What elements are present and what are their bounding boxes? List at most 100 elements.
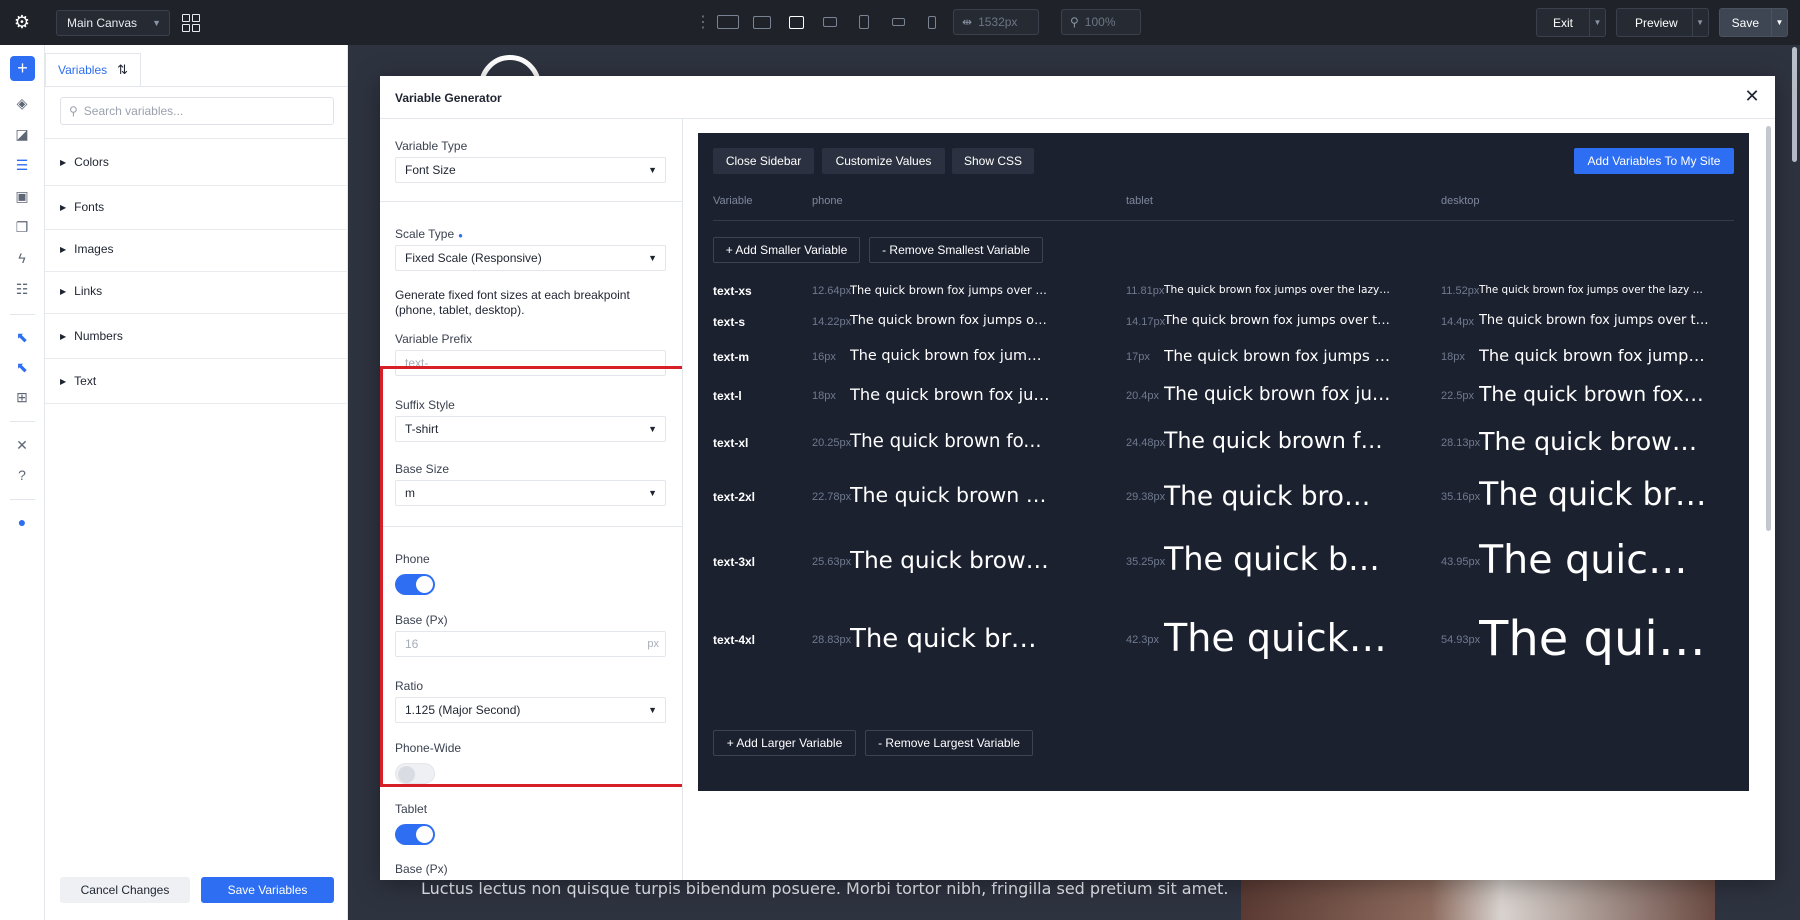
tablet-toggle[interactable]: [395, 824, 435, 845]
help-icon[interactable]: ?: [13, 466, 31, 484]
multi-pointer-icon[interactable]: ⬉: [13, 358, 31, 376]
phone-toggle[interactable]: [395, 574, 435, 595]
variable-prefix-input[interactable]: text-: [395, 350, 666, 376]
suffix-style-select[interactable]: T-shirt ▼: [395, 416, 666, 442]
show-css-button[interactable]: Show CSS: [952, 148, 1034, 174]
tablet-landscape-icon[interactable]: [817, 9, 843, 35]
desktop-icon[interactable]: [749, 9, 775, 35]
cancel-changes-button[interactable]: Cancel Changes: [60, 877, 190, 903]
zoom-input[interactable]: ⚲ 100%: [1061, 9, 1141, 35]
phone-wide-toggle[interactable]: [395, 763, 435, 784]
layout-icon[interactable]: ⊞: [13, 388, 31, 406]
add-icon[interactable]: +: [10, 56, 35, 81]
lightning-icon[interactable]: ϟ: [13, 249, 31, 267]
style-icon[interactable]: ◪: [13, 125, 31, 143]
remove-largest-variable-button[interactable]: - Remove Largest Variable: [865, 730, 1033, 756]
tablet-icon[interactable]: [851, 9, 877, 35]
grid-icon[interactable]: [182, 13, 200, 32]
toggle-theme-icon[interactable]: ●: [13, 513, 31, 531]
variable-size-tablet: 11.81px: [1126, 285, 1165, 297]
variable-name: text-2xl: [713, 490, 756, 504]
desktop-wide-icon[interactable]: [715, 9, 741, 35]
sample-text-desktop: The quick brown fox jumps over the lazy …: [1479, 345, 1709, 365]
phone-icon[interactable]: [919, 9, 945, 35]
phone-landscape-icon[interactable]: [885, 9, 911, 35]
base-px-input[interactable]: 16 px: [395, 631, 666, 657]
variable-type-select[interactable]: Font Size ▼: [395, 157, 666, 183]
modal-title: Variable Generator: [395, 91, 502, 105]
search-icon: ⚲: [69, 104, 78, 118]
scale-type-description: Generate fixed font sizes at each breakp…: [395, 288, 630, 317]
column-header-variable: Variable: [713, 195, 753, 207]
canvas-scrollbar[interactable]: [1792, 47, 1797, 162]
chevron-down-icon[interactable]: ▼: [1691, 9, 1708, 36]
remove-smallest-variable-button[interactable]: - Remove Smallest Variable: [869, 237, 1043, 263]
column-header-phone: phone: [812, 195, 843, 207]
search-input[interactable]: ⚲ Search variables...: [60, 97, 334, 125]
settings-sliders-icon[interactable]: ☷: [13, 280, 31, 298]
scale-type-select[interactable]: Fixed Scale (Responsive) ▼: [395, 245, 666, 271]
save-button[interactable]: Save ▼: [1718, 8, 1788, 37]
variable-size-phone: 12.64px: [812, 285, 852, 297]
ratio-value: 1.125 (Major Second): [405, 703, 521, 717]
canvas-select[interactable]: Main Canvas ▼: [56, 9, 170, 36]
group-links[interactable]: ▶ Links: [60, 281, 102, 301]
layers-icon[interactable]: ◈: [13, 94, 31, 112]
variable-size-phone: 16px: [812, 351, 836, 363]
zoom-value: 100%: [1084, 15, 1116, 29]
base-size-select[interactable]: m ▼: [395, 480, 666, 506]
group-fonts[interactable]: ▶ Fonts: [60, 197, 104, 217]
group-label: Text: [74, 374, 97, 388]
preview-button[interactable]: Preview ▼: [1615, 8, 1709, 37]
chevron-down-icon[interactable]: ▼: [1771, 9, 1787, 36]
database-icon[interactable]: ☰: [13, 156, 31, 174]
gear-icon[interactable]: ⚙: [0, 0, 44, 45]
base-size-value: m: [405, 486, 415, 500]
more-vertical-icon[interactable]: ⋮: [695, 12, 711, 32]
tools-icon[interactable]: ✕: [13, 436, 31, 454]
caret-right-icon: ▶: [60, 202, 67, 212]
variable-size-desktop: 35.16px: [1441, 491, 1481, 503]
variable-name: text-s: [713, 315, 746, 329]
save-variables-button[interactable]: Save Variables: [201, 877, 334, 903]
group-text[interactable]: ▶ Text: [60, 371, 96, 391]
exit-button[interactable]: Exit ▼: [1535, 8, 1606, 37]
group-label: Colors: [74, 155, 109, 169]
variable-size-desktop: 14.4px: [1441, 316, 1475, 328]
device-switcher: ⋮ ⇹ 1532px ⚲ 100%: [695, 9, 1141, 35]
variable-type-value: Font Size: [405, 163, 456, 177]
customize-values-button[interactable]: Customize Values: [822, 148, 945, 174]
close-icon[interactable]: ✕: [1741, 85, 1763, 107]
pointer-icon[interactable]: ⬉: [13, 328, 31, 346]
base-px-unit: px: [647, 638, 659, 650]
ratio-select[interactable]: 1.125 (Major Second) ▼: [395, 697, 666, 723]
add-larger-variable-button[interactable]: + Add Larger Variable: [713, 730, 856, 756]
sample-text-phone: The quick brown fox jumps over the lazy …: [850, 430, 1050, 452]
column-header-tablet: tablet: [1126, 195, 1153, 207]
close-sidebar-button[interactable]: Close Sidebar: [713, 148, 814, 174]
preview-label: Preview: [1634, 15, 1678, 30]
group-numbers[interactable]: ▶ Numbers: [60, 326, 123, 346]
modal-scrollbar[interactable]: [1766, 126, 1771, 531]
canvas-width-input[interactable]: ⇹ 1532px: [953, 9, 1039, 35]
tab-variables-label: Variables: [58, 63, 108, 77]
sample-text-phone: The quick brown fox jumps over the lazy …: [850, 547, 1050, 574]
sample-text-tablet: The quick brown fox jumps over the lazy …: [1164, 429, 1392, 455]
sample-text-phone: The quick brown fox jumps over the lazy …: [850, 348, 1050, 365]
pages-icon[interactable]: ❐: [13, 218, 31, 236]
group-images[interactable]: ▶ Images: [60, 239, 114, 259]
chevron-down-icon[interactable]: ▼: [1588, 9, 1605, 36]
group-colors[interactable]: ▶ Colors: [60, 152, 109, 172]
search-placeholder: Search variables...: [83, 104, 184, 118]
caret-down-icon: ▼: [648, 705, 657, 715]
tab-variables[interactable]: Variables ⇅: [45, 53, 141, 86]
add-variables-to-site-button[interactable]: Add Variables To My Site: [1574, 148, 1734, 174]
variable-generator-modal: Variable Generator ✕ Variable Type Font …: [380, 76, 1775, 880]
variable-size-tablet: 24.48px: [1126, 437, 1166, 449]
top-toolbar: ⚙ Main Canvas ▼ ⋮ ⇹ 1532px ⚲ 100% Exit ▼…: [0, 0, 1800, 45]
add-smaller-variable-button[interactable]: + Add Smaller Variable: [713, 237, 860, 263]
canvas-select-value: Main Canvas: [67, 15, 138, 30]
laptop-icon[interactable]: [783, 9, 809, 35]
template-icon[interactable]: ▣: [13, 187, 31, 205]
sort-icon[interactable]: ⇅: [117, 62, 128, 78]
